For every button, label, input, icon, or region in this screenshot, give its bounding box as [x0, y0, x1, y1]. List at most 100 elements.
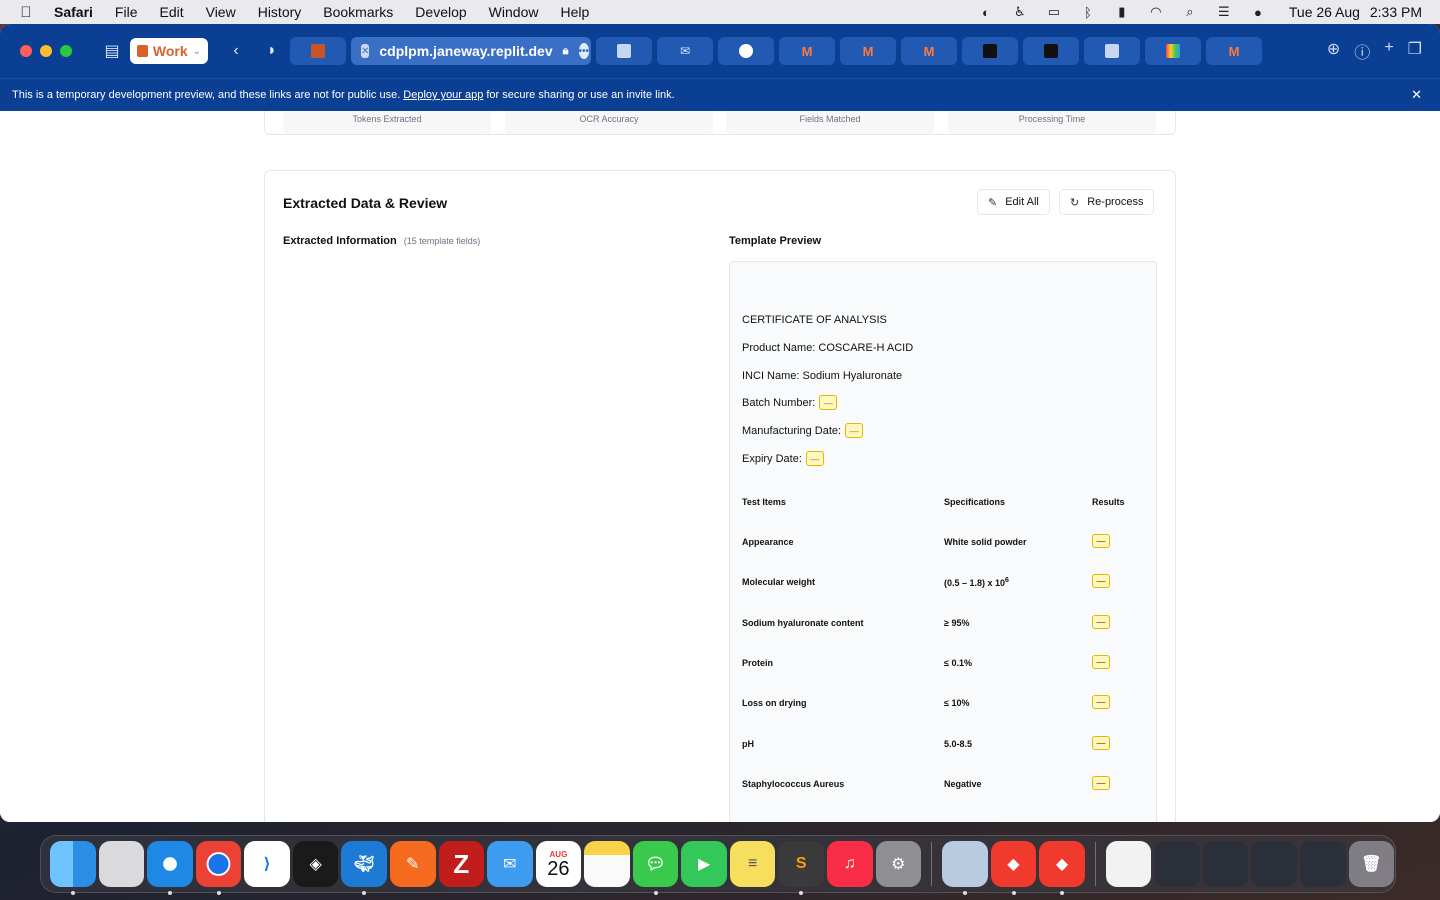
- more-options-icon[interactable]: •••: [578, 43, 590, 59]
- tab-cube1[interactable]: [962, 37, 1018, 65]
- mail-icon[interactable]: ✉: [487, 841, 533, 887]
- tab-m1[interactable]: M: [779, 37, 835, 65]
- m-icon: M: [923, 43, 935, 59]
- menu-develop[interactable]: Develop: [404, 4, 477, 20]
- expiry-date-field[interactable]: —: [805, 451, 824, 466]
- safari-icon[interactable]: [147, 841, 193, 895]
- wifi-icon[interactable]: ◠: [1139, 4, 1173, 20]
- new-tab-icon[interactable]: +: [1384, 39, 1393, 63]
- menu-app-name[interactable]: Safari: [52, 4, 104, 20]
- tab-m3[interactable]: M: [901, 37, 957, 65]
- bluetooth-icon[interactable]: ᛒ: [1071, 5, 1105, 20]
- reprocess-button[interactable]: ↻ Re-process: [1059, 189, 1155, 215]
- window-thumb[interactable]: [1154, 841, 1200, 887]
- sublime-icon[interactable]: S: [778, 841, 824, 895]
- result-field[interactable]: —: [1092, 655, 1110, 669]
- apple-icon[interactable]: : [0, 4, 52, 21]
- close-tab-icon[interactable]: ✕: [361, 44, 370, 58]
- trash-icon[interactable]: 🗑︎: [1348, 841, 1395, 887]
- launchpad-icon[interactable]: [98, 841, 145, 887]
- address-url[interactable]: cdplpm.janeway.replit.dev: [379, 43, 552, 59]
- stat-ocr: OCR Accuracy: [505, 111, 713, 134]
- filezilla-icon[interactable]: Z: [438, 841, 485, 887]
- stickies-icon[interactable]: ≡: [729, 841, 776, 887]
- row-item: Staphylococcus Aureus: [742, 779, 845, 789]
- settings-icon[interactable]: ⚙: [875, 841, 922, 887]
- vpn-icon[interactable]: ◐: [969, 5, 1003, 20]
- row-item: Loss on drying: [742, 698, 807, 708]
- menu-edit[interactable]: Edit: [148, 4, 194, 20]
- spec-text: (0.5 – 1.8) x 10: [944, 578, 1006, 588]
- messages-icon[interactable]: 💬︎: [632, 841, 679, 895]
- result-field[interactable]: —: [1092, 615, 1110, 629]
- profile-switcher[interactable]: Work ⌄: [130, 38, 208, 64]
- vscode-icon[interactable]: ⟩: [244, 841, 290, 887]
- tab-github[interactable]: [718, 37, 774, 65]
- battery-icon[interactable]: ▮: [1105, 4, 1139, 20]
- row-spec: Negative: [944, 779, 982, 789]
- row-spec: ≥ 95%: [944, 618, 970, 628]
- docker-icon[interactable]: 🐳︎: [341, 841, 387, 895]
- deploy-link[interactable]: Deploy your app: [403, 89, 483, 101]
- result-field[interactable]: —: [1092, 776, 1110, 790]
- shield-icon[interactable]: ◗: [254, 42, 290, 60]
- finder-icon[interactable]: [50, 841, 96, 895]
- close-banner-icon[interactable]: ✕: [1411, 87, 1422, 103]
- tab-docs2[interactable]: [1084, 37, 1140, 65]
- result-field[interactable]: —: [1092, 534, 1110, 548]
- anydesk-icon[interactable]: ◆: [990, 841, 1037, 895]
- chrome-icon[interactable]: [195, 841, 242, 895]
- anydesk-user-icon[interactable]: ◆: [1039, 841, 1085, 895]
- menu-help[interactable]: Help: [549, 4, 600, 20]
- menu-view[interactable]: View: [195, 4, 247, 20]
- result-field[interactable]: —: [1092, 574, 1110, 588]
- menu-history[interactable]: History: [247, 4, 313, 20]
- tab-grid[interactable]: [1145, 37, 1201, 65]
- minimize-window-button[interactable]: [40, 45, 52, 57]
- close-window-button[interactable]: [20, 45, 32, 57]
- extracted-info-heading: Extracted Information (15 template field…: [283, 235, 480, 247]
- info-icon[interactable]: ⓘ: [1354, 39, 1370, 63]
- downloads-icon[interactable]: ⊕: [1327, 39, 1340, 63]
- menu-file[interactable]: File: [104, 4, 149, 20]
- menu-clock[interactable]: Tue 26 Aug 2:33 PM: [1283, 4, 1422, 20]
- batch-number-field[interactable]: —: [819, 395, 838, 410]
- window-thumb[interactable]: [1202, 841, 1249, 887]
- tab-m2[interactable]: M: [840, 37, 896, 65]
- notes-icon[interactable]: [584, 841, 630, 887]
- back-icon[interactable]: ‹: [218, 42, 254, 60]
- preview-icon[interactable]: [942, 841, 988, 895]
- calendar-icon[interactable]: AUG 26: [535, 841, 582, 887]
- docs-icon: [617, 44, 631, 58]
- document-icon[interactable]: [1105, 841, 1152, 887]
- control-center-icon[interactable]: ☰: [1207, 4, 1241, 20]
- pen-icon[interactable]: ✎: [389, 841, 436, 887]
- tab-overview-icon[interactable]: ❐: [1408, 39, 1422, 63]
- tab-m4[interactable]: M: [1206, 37, 1262, 65]
- result-field[interactable]: —: [1092, 736, 1110, 750]
- search-icon[interactable]: ⌕: [1173, 4, 1207, 20]
- window-thumb[interactable]: [1300, 841, 1346, 887]
- tab-cube2[interactable]: [1023, 37, 1079, 65]
- cube-icon[interactable]: ◈: [292, 841, 339, 887]
- result-field[interactable]: —: [1092, 695, 1110, 709]
- extracted-count: (15 template fields): [403, 236, 481, 246]
- tab-replit[interactable]: [290, 37, 346, 65]
- display-icon[interactable]: ▭: [1037, 4, 1071, 20]
- siri-icon[interactable]: ●: [1241, 5, 1275, 20]
- tab-mail[interactable]: ✉: [657, 37, 713, 65]
- facetime-icon[interactable]: ▶: [681, 841, 727, 887]
- zoom-window-button[interactable]: [60, 45, 72, 57]
- tab-active-address[interactable]: ✕ cdplpm.janeway.replit.dev 🔒︎ •••: [351, 37, 591, 65]
- review-title: Extracted Data & Review: [283, 195, 448, 211]
- mfg-label: Manufacturing Date:: [742, 424, 842, 437]
- sidebar-toggle-icon[interactable]: ▤: [94, 41, 130, 61]
- menu-bookmarks[interactable]: Bookmarks: [312, 4, 404, 20]
- menu-window[interactable]: Window: [478, 4, 550, 20]
- edit-all-button[interactable]: ✎ Edit All: [977, 189, 1050, 215]
- tab-docs[interactable]: [596, 37, 652, 65]
- window-thumb[interactable]: [1251, 841, 1298, 887]
- accessibility-icon[interactable]: ♿: [1003, 4, 1037, 20]
- mfg-date-field[interactable]: —: [845, 423, 864, 438]
- music-icon[interactable]: ♫: [827, 841, 873, 887]
